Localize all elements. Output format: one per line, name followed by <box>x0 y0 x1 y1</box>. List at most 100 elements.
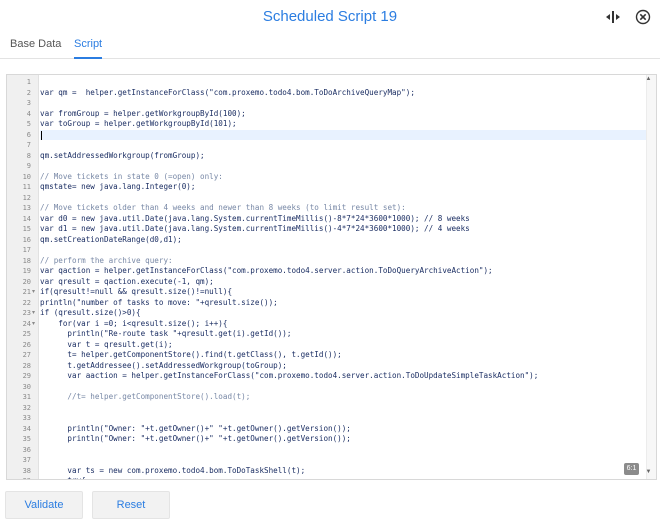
code-text: var qaction = helper.getInstanceForClass… <box>40 266 493 275</box>
code-line[interactable]: 21 ▾ if(qresult!=null && qresult.size()!=n… <box>7 287 647 298</box>
code-line[interactable]: 3 <box>7 98 647 109</box>
code-text: t= helper.getComponentStore().find(t.get… <box>40 350 342 359</box>
code-line[interactable]: 6 <box>7 129 647 140</box>
code-line[interactable]: 23 ▾ if (qresult.size()>0){ <box>7 308 647 319</box>
validate-button[interactable]: Validate <box>5 491 83 519</box>
code-line[interactable]: 13 // Move tickets older than 4 weeks and… <box>7 203 647 214</box>
code-text: var ts = new com.proxemo.todo4.bom.ToDoT… <box>40 465 306 475</box>
code-line[interactable]: 11 qmstate= new java.lang.Integer(0); <box>7 182 647 193</box>
code-line[interactable]: 15 var d1 = new java.util.Date(java.lang.… <box>7 224 647 235</box>
line-number: 33 <box>22 414 31 422</box>
line-number: 1 <box>26 78 31 86</box>
line-number: 38 <box>22 466 31 475</box>
code-text: qm.setCreationDateRange(d0,d1); <box>40 234 182 244</box>
line-number: 32 <box>22 403 31 412</box>
code-line[interactable]: 1 <box>7 77 647 88</box>
fold-arrow-icon[interactable]: ▾ <box>32 476 35 479</box>
resize-horizontal-icon[interactable] <box>604 8 622 26</box>
scroll-up-icon[interactable]: ▲ <box>644 76 653 82</box>
code-text: println("Owner: "+t.getOwner()+" "+t.get… <box>40 423 351 433</box>
code-text: var fromGroup = helper.getWorkgroupById(… <box>40 108 246 118</box>
zoom-badge: 6:1 <box>624 463 639 475</box>
line-number: 20 <box>22 277 31 286</box>
code-text: var aaction = helper.getInstanceForClass… <box>40 371 539 380</box>
line-number: 36 <box>22 445 31 454</box>
line-number: 30 <box>22 382 31 391</box>
code-line[interactable]: 12 <box>7 193 647 204</box>
line-number: 25 <box>22 330 31 338</box>
line-number: 14 <box>22 214 31 223</box>
line-number: 31 <box>22 393 31 401</box>
code-line[interactable]: 8 qm.setAddressedWorkgroup(fromGroup); <box>7 151 647 162</box>
code-line[interactable]: 7 <box>7 140 647 151</box>
code-line[interactable]: 18 // perform the archive query: <box>7 256 647 267</box>
code-line[interactable]: 26 var t = qresult.get(i); <box>7 340 647 351</box>
editor-scrollbar[interactable] <box>646 75 656 479</box>
code-text: for(var i =0; i<qresult.size(); i++){ <box>40 318 228 328</box>
line-number: 21 <box>22 288 31 296</box>
line-number: 27 <box>22 351 31 359</box>
code-line[interactable]: 19 var qaction = helper.getInstanceForCla… <box>7 266 647 277</box>
code-text: t.getAddressee().setAddressedWorkgroup(t… <box>40 360 287 370</box>
code-text: var qresult = qaction.execute(-1, qm); <box>40 276 214 286</box>
line-number: 26 <box>22 340 31 349</box>
code-line[interactable]: 4 var fromGroup = helper.getWorkgroupById… <box>7 109 647 120</box>
code-text: // Move tickets in state 0 (=open) only: <box>40 171 223 181</box>
code-line[interactable]: 36 <box>7 445 647 456</box>
line-number: 34 <box>22 424 31 433</box>
code-line[interactable]: 32 <box>7 403 647 414</box>
code-line[interactable]: 22 println("number of tasks to move: "+qr… <box>7 298 647 309</box>
line-number: 4 <box>26 109 31 118</box>
fold-arrow-icon[interactable]: ▾ <box>32 287 35 298</box>
tab-script[interactable]: Script <box>74 38 103 59</box>
line-number: 35 <box>22 435 31 443</box>
tab-base-data[interactable]: Base Data <box>10 38 61 57</box>
code-text: var d1 = new java.util.Date(java.lang.Sy… <box>40 224 470 233</box>
code-line[interactable]: 30 <box>7 382 647 393</box>
close-icon[interactable] <box>634 8 652 26</box>
line-number: 23 <box>22 309 31 317</box>
code-line[interactable]: 28 t.getAddressee().setAddressedWorkgrou… <box>7 361 647 372</box>
code-line[interactable]: 16 qm.setCreationDateRange(d0,d1); <box>7 235 647 246</box>
code-line[interactable]: 38 var ts = new com.proxemo.todo4.bom.To… <box>7 466 647 477</box>
line-number: 28 <box>22 361 31 370</box>
code-line[interactable]: 37 <box>7 455 647 466</box>
code-text: println("Re-route task "+qresult.get(i).… <box>40 329 292 338</box>
code-text: // Move tickets older than 4 weeks and n… <box>40 203 406 212</box>
code-line[interactable]: 24 ▾ for(var i =0; i<qresult.size(); i++)… <box>7 319 647 330</box>
code-line[interactable]: 31 //t= helper.getComponentStore().load(… <box>7 392 647 403</box>
code-line[interactable]: 2 var qm = helper.getInstanceForClass("co… <box>7 88 647 99</box>
fold-arrow-icon[interactable]: ▾ <box>32 308 35 319</box>
code-line[interactable]: 35 println("Owner: "+t.getOwner()+" "+t.… <box>7 434 647 445</box>
reset-button[interactable]: Reset <box>92 491 170 519</box>
scroll-down-icon[interactable]: ▼ <box>644 469 653 475</box>
code-line[interactable]: 10 // Move tickets in state 0 (=open) onl… <box>7 172 647 183</box>
fold-arrow-icon[interactable]: ▾ <box>32 319 35 330</box>
code-line[interactable]: 14 var d0 = new java.util.Date(java.lang.… <box>7 214 647 225</box>
line-number: 19 <box>22 267 31 275</box>
code-line[interactable]: 33 <box>7 413 647 424</box>
code-line[interactable]: 29 var aaction = helper.getInstanceForCl… <box>7 371 647 382</box>
code-line[interactable]: 5 var toGroup = helper.getWorkgroupById(1… <box>7 119 647 130</box>
line-number: 13 <box>22 204 31 212</box>
code-editor[interactable]: 1 2 var qm = helper.getInstanceForClass("c… <box>6 74 657 480</box>
line-number: 17 <box>22 246 31 254</box>
code-line[interactable]: 17 <box>7 245 647 256</box>
code-line[interactable]: 9 <box>7 161 647 172</box>
code-text: var d0 = new java.util.Date(java.lang.Sy… <box>40 213 470 223</box>
code-line[interactable]: 20 var qresult = qaction.execute(-1, qm); <box>7 277 647 288</box>
code-text: var qm = helper.getInstanceForClass("com… <box>40 87 415 97</box>
code-line[interactable]: 34 println("Owner: "+t.getOwner()+" "+t.… <box>7 424 647 435</box>
code-line[interactable]: 25 println("Re-route task "+qresult.get(… <box>7 329 647 340</box>
dialog-title: Scheduled Script 19 <box>262 8 398 25</box>
line-number: 24 <box>22 319 31 328</box>
code-line[interactable]: 27 t= helper.getComponentStore().find(t.… <box>7 350 647 361</box>
line-number: 2 <box>26 88 31 97</box>
code-line[interactable]: 39▾ try{ <box>7 476 647 479</box>
code-text: var t = qresult.get(i); <box>40 339 173 349</box>
